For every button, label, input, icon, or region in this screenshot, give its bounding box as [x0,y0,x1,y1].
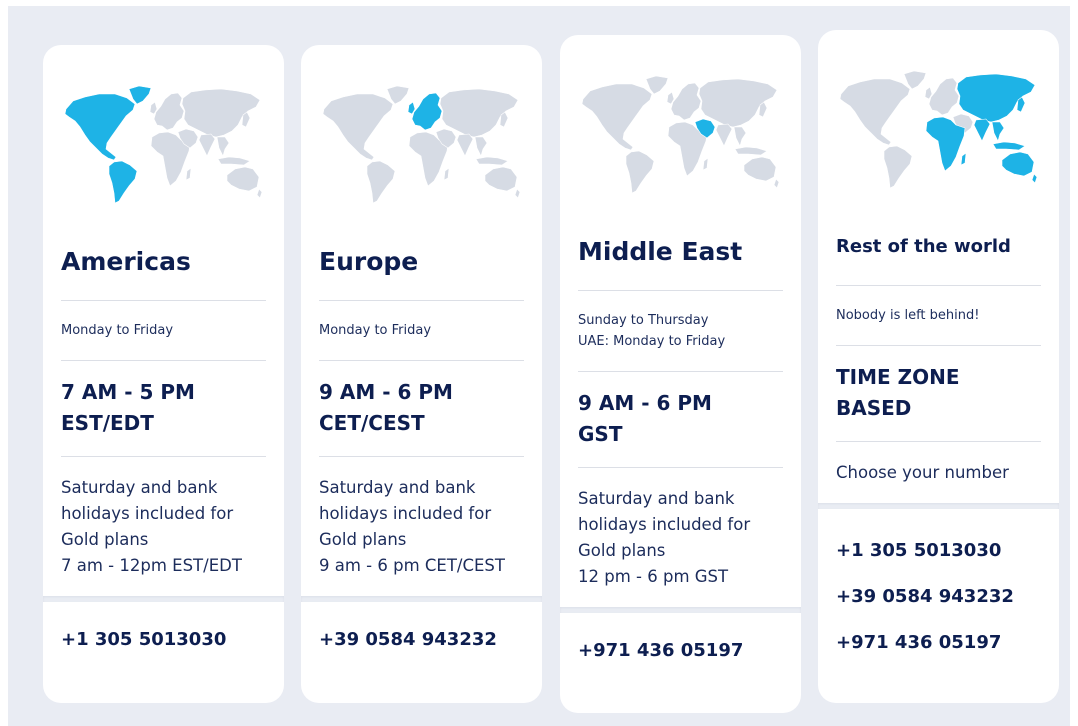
phone-list: +1 305 5013030 [43,602,284,652]
south-america-region [366,160,396,204]
europe-region [153,92,185,131]
south-america-region [625,150,655,194]
phone-number-link[interactable]: +971 436 05197 [578,639,783,663]
business-hours: TIME ZONE BASED [818,346,1059,441]
rest-of-world-map-icon [839,70,1038,189]
greenland-region [903,70,927,90]
india-region [198,133,216,157]
madagascar-region [185,167,192,181]
phone-number-link[interactable]: +1 305 5013030 [836,539,1041,563]
india-region [973,118,991,142]
asia-region [181,88,261,138]
north-america-region [581,83,653,151]
region-card-rest-of-world: Rest of the world Nobody is left behind!… [818,30,1059,703]
phone-number-link[interactable]: +1 305 5013030 [61,628,266,652]
australia-region [226,166,260,192]
europe-region [928,77,960,116]
weekend-note-text: Saturday and bank holidays included for … [319,478,492,549]
phone-number-link[interactable]: +39 0584 943232 [319,628,524,652]
madagascar-region [443,167,450,181]
south-america-region [883,145,913,189]
phone-list: +39 0584 943232 [301,602,542,652]
hours-range: TIME ZONE [836,365,960,389]
tagline: Nobody is left behind! [836,308,980,323]
weekend-note: Saturday and bank holidays included for … [43,457,284,596]
business-hours: 9 AM - 6 PM GST [560,372,801,467]
indonesia-region [475,156,509,166]
south-america-region [108,160,138,204]
europe-map-icon [322,85,521,204]
indonesia-region [992,141,1026,151]
weekend-hours: 12 pm - 6 pm GST [578,567,729,586]
business-days: Monday to Friday [43,301,284,360]
southeast-asia-region [474,136,488,157]
europe-region [411,92,443,131]
hours-range: 9 AM - 6 PM [578,391,712,415]
phone-number-link[interactable]: +971 436 05197 [836,631,1041,655]
region-card-americas: Americas Monday to Friday 7 AM - 5 PM ES… [43,45,284,703]
india-region [715,123,733,147]
time-zone: CET/CEST [319,411,425,435]
greenland-region [128,85,152,105]
region-title: Middle East [578,237,743,266]
hours-range: 9 AM - 6 PM [319,380,453,404]
phone-list: +971 436 05197 [560,613,801,663]
india-region [456,133,474,157]
north-america-region [839,78,911,146]
southeast-asia-region [991,121,1005,142]
choose-number-text: Choose your number [836,463,1009,482]
indonesia-region [734,146,768,156]
support-hours-section: Americas Monday to Friday 7 AM - 5 PM ES… [8,6,1070,726]
madagascar-region [960,152,967,166]
new-zealand-region [256,188,263,199]
time-zone: BASED [836,396,912,420]
phone-number-link[interactable]: +39 0584 943232 [836,585,1041,609]
australia-region [484,166,518,192]
weekend-note: Saturday and bank holidays included for … [560,468,801,607]
southeast-asia-region [733,126,747,147]
north-america-region [64,93,136,161]
new-zealand-region [773,178,780,189]
middle-east-map-icon [581,75,780,194]
australia-region [743,156,777,182]
hours-range: 7 AM - 5 PM [61,380,195,404]
europe-region [670,82,702,121]
business-days-line: UAE: Monday to Friday [578,334,726,349]
phone-list: +1 305 5013030 +39 0584 943232 +971 436 … [818,509,1059,655]
weekend-note-text: Saturday and bank holidays included for … [578,489,751,560]
business-hours: 9 AM - 6 PM CET/CEST [301,361,542,456]
choose-number-note: Choose your number [818,442,1059,503]
weekend-hours: 9 am - 6 pm CET/CEST [319,556,505,575]
weekend-note: Saturday and bank holidays included for … [301,457,542,596]
southeast-asia-region [216,136,230,157]
business-days: Nobody is left behind! [818,286,1059,345]
americas-map-icon [64,85,263,204]
business-days: Monday to Friday [301,301,542,360]
asia-region [439,88,519,138]
asia-region [956,73,1036,123]
business-days-line: Monday to Friday [61,323,174,338]
asia-region [698,78,778,128]
weekend-hours: 7 am - 12pm EST/EDT [61,556,242,575]
new-zealand-region [514,188,521,199]
north-america-region [322,93,394,161]
region-card-europe: Europe Monday to Friday 9 AM - 6 PM CET/… [301,45,542,703]
business-hours: 7 AM - 5 PM EST/EDT [43,361,284,456]
australia-region [1001,151,1035,177]
region-title: Americas [61,247,191,276]
business-days-line: Monday to Friday [319,323,432,338]
region-title: Europe [319,247,419,276]
time-zone: GST [578,422,623,446]
new-zealand-region [1031,173,1038,184]
weekend-note-text: Saturday and bank holidays included for … [61,478,234,549]
region-card-middle-east: Middle East Sunday to Thursday UAE: Mond… [560,35,801,713]
business-days-line: Sunday to Thursday [578,313,709,328]
indonesia-region [217,156,251,166]
greenland-region [645,75,669,95]
time-zone: EST/EDT [61,411,154,435]
region-title: Rest of the world [836,236,1011,257]
greenland-region [386,85,410,105]
business-days: Sunday to Thursday UAE: Monday to Friday [560,291,801,371]
madagascar-region [702,157,709,171]
